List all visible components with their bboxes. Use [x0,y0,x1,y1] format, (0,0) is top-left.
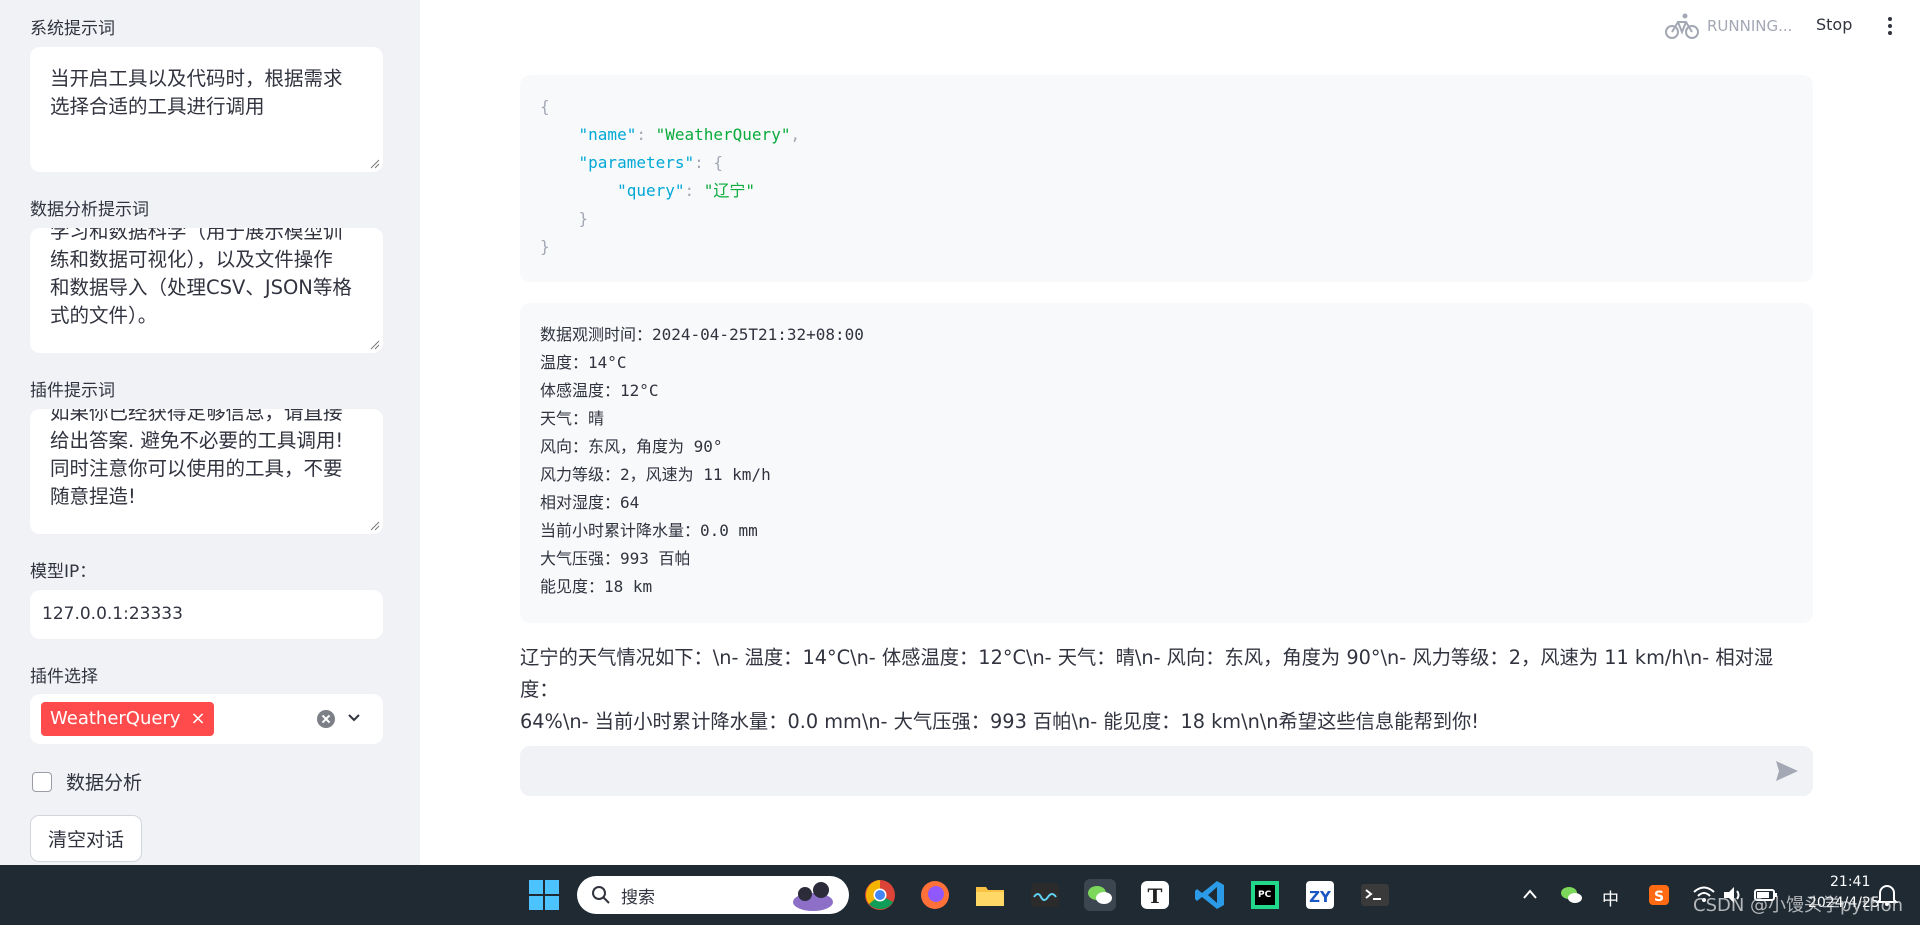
answer-line-1: 辽宁的天气情况如下：\n- 温度：14°C\n- 体感温度：12°C\n- 天气… [520,646,1774,701]
clear-selection-icon[interactable] [317,710,335,728]
chevron-up-icon[interactable] [1522,888,1538,900]
plugin-prompt-line-2: 给出答案. 避免不必要的工具调用! [50,429,344,452]
firefox-icon[interactable] [919,879,951,911]
wechat-tray-icon[interactable] [1559,883,1583,907]
weather-line: 天气：晴 [540,409,605,428]
weather-line: 数据观测时间：2024-04-25T21:32+08:00 [540,325,864,344]
audio-app-icon[interactable] [1029,879,1061,911]
resize-handle-icon[interactable] [370,340,380,350]
data-analysis-label: 数据分析 [66,772,143,794]
weather-line: 温度：14°C [540,353,627,372]
weather-line: 相对湿度：64 [540,493,640,512]
zy-app-icon[interactable]: ZY [1304,879,1336,911]
taskbar-search[interactable]: 搜索 [577,876,849,914]
clear-chat-button[interactable]: 清空对话 [30,815,142,862]
system-prompt-line-1: 当开启工具以及代码时，根据需求 [50,67,343,90]
weather-line: 风向：东风，角度为 90° [540,437,723,456]
bicycle-icon [1665,13,1699,39]
chrome-icon[interactable] [864,879,896,911]
data-analysis-checkbox[interactable] [32,771,52,792]
assistant-answer: 辽宁的天气情况如下：\n- 温度：14°C\n- 体感温度：12°C\n- 天气… [520,642,1780,738]
search-icon [592,886,610,904]
weather-line: 当前小时累计降水量：0.0 mm [540,521,758,540]
data-prompt-line-2: 练和数据可视化），以及文件操作 [50,248,333,271]
json-value-query: "辽宁" [703,181,756,200]
system-prompt-textarea[interactable]: 当开启工具以及代码时，根据需求 选择合适的工具进行调用 [30,47,383,172]
json-key-name: "name" [578,125,637,144]
kebab-menu-icon[interactable] [1886,16,1894,36]
data-prompt-line-3: 和数据导入（处理CSV、JSON等格 [50,276,352,299]
system-prompt-line-2: 选择合适的工具进行调用 [50,95,265,118]
stop-button[interactable]: Stop [1816,15,1852,34]
vscode-icon[interactable] [1194,879,1226,911]
chat-input[interactable] [520,746,1813,796]
plugin-prompt-line-3: 同时注意你可以使用的工具，不要 [50,457,343,480]
answer-line-2: 64%\n- 当前小时累计降水量：0.0 mm\n- 大气压强：993 百帕\n… [520,710,1480,733]
plugin-multiselect[interactable]: WeatherQuery × [30,694,383,744]
svg-text:T: T [1148,884,1163,908]
chevron-down-icon[interactable] [348,712,360,724]
plugin-prompt-line-4: 随意捏造! [50,485,136,508]
clock-time[interactable]: 21:41 [1830,874,1870,890]
model-ip-input[interactable]: 127.0.0.1:23333 [30,590,383,639]
running-text: RUNNING... [1707,17,1793,35]
terminal-icon[interactable] [1359,879,1391,911]
resize-handle-icon[interactable] [370,159,380,169]
sogou-ime-icon[interactable]: S [1647,883,1671,907]
weather-result-block: 数据观测时间：2024-04-25T21:32+08:00 温度：14°C 体感… [520,303,1813,623]
weather-line: 大气压强：993 百帕 [540,549,691,568]
wechat-icon[interactable] [1084,879,1116,911]
weather-line: 能见度：18 km [540,577,653,596]
plugin-tag-label: WeatherQuery [50,708,181,729]
plugin-tag-weatherquery: WeatherQuery × [41,702,214,736]
search-placeholder: 搜索 [621,887,655,908]
svg-text:S: S [1654,889,1664,905]
typora-icon[interactable]: T [1139,879,1171,911]
ime-indicator[interactable]: 中 [1602,885,1619,910]
tool-call-json: { "name": "WeatherQuery", "parameters": … [520,75,1813,282]
weather-line: 风力等级：2，风速为 11 km/h [540,465,771,484]
tag-remove-icon[interactable]: × [191,702,206,736]
file-explorer-icon[interactable] [974,879,1006,911]
plugin-prompt-label: 插件提示词 [30,381,115,401]
data-prompt-line-1: 学习和数据科学（用于展示模型训 [50,228,343,243]
data-prompt-label: 数据分析提示词 [30,200,149,220]
json-key-query: "query" [617,181,685,200]
plugin-prompt-textarea[interactable]: 如果你已经获得足够信息，请直接 给出答案. 避免不必要的工具调用! 同时注意你可… [30,409,383,534]
weather-line: 体感温度：12°C [540,381,659,400]
csdn-watermark: CSDN @小馒头学python [1693,895,1904,916]
svg-text:ZY: ZY [1309,888,1332,906]
json-value-name: "WeatherQuery" [655,125,791,144]
sidebar: 系统提示词 当开启工具以及代码时，根据需求 选择合适的工具进行调用 数据分析提示… [0,0,420,865]
system-prompt-label: 系统提示词 [30,19,115,39]
send-icon[interactable] [1775,760,1799,782]
resize-handle-icon[interactable] [370,521,380,531]
data-analysis-checkbox-row[interactable]: 数据分析 [32,768,142,795]
plugin-select-label: 插件选择 [30,667,98,687]
model-ip-label: 模型IP： [30,562,97,582]
data-prompt-textarea[interactable]: 学习和数据科学（用于展示模型训 练和数据可视化），以及文件操作 和数据导入（处理… [30,228,383,353]
json-key-parameters: "parameters" [578,153,695,172]
search-highlight-illustration-icon [793,882,833,911]
windows-start-icon[interactable] [528,879,560,911]
windows-taskbar: 搜索 T PC ZY 中 S 21:41 2024/4/25 [0,865,1920,925]
running-status: RUNNING... [1665,12,1792,40]
pycharm-icon[interactable]: PC [1249,879,1281,911]
data-prompt-line-4: 式的文件）。 [50,304,158,327]
plugin-prompt-line-1: 如果你已经获得足够信息，请直接 [50,409,343,424]
svg-text:PC: PC [1258,890,1272,900]
